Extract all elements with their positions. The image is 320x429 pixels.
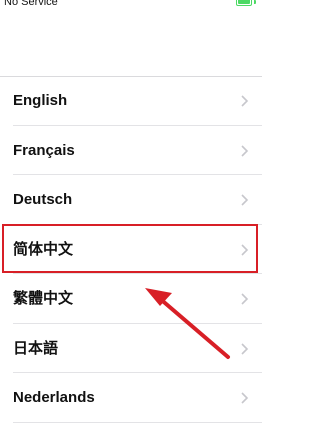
- language-label: Nederlands: [13, 389, 95, 406]
- language-row-dutch[interactable]: Nederlands: [0, 373, 262, 423]
- row-divider: [13, 421, 262, 423]
- status-bar: No Service: [0, 0, 262, 10]
- battery-fill: [238, 0, 250, 4]
- chevron-right-icon: [241, 342, 249, 355]
- battery-icon: [236, 0, 252, 6]
- language-label: English: [13, 92, 68, 109]
- language-label: Deutsch: [13, 191, 73, 208]
- status-carrier: No Service: [4, 0, 58, 8]
- language-row-japanese[interactable]: 日本語: [0, 324, 262, 373]
- language-row-traditional-chinese[interactable]: 繁體中文: [0, 274, 262, 324]
- chevron-right-icon: [241, 293, 249, 305]
- language-row-francais[interactable]: Français: [0, 126, 262, 175]
- language-label: 日本語: [13, 339, 59, 357]
- language-label: Français: [13, 141, 75, 159]
- highlight-box: [2, 224, 258, 273]
- chevron-right-icon: [241, 95, 249, 107]
- chevron-right-icon: [241, 392, 249, 404]
- language-row-english[interactable]: English: [0, 76, 262, 126]
- battery-tip: [254, 0, 256, 4]
- language-row-deutsch[interactable]: Deutsch: [0, 175, 262, 225]
- chevron-right-icon: [241, 144, 249, 157]
- chevron-right-icon: [241, 194, 249, 206]
- language-label: 繁體中文: [13, 290, 74, 307]
